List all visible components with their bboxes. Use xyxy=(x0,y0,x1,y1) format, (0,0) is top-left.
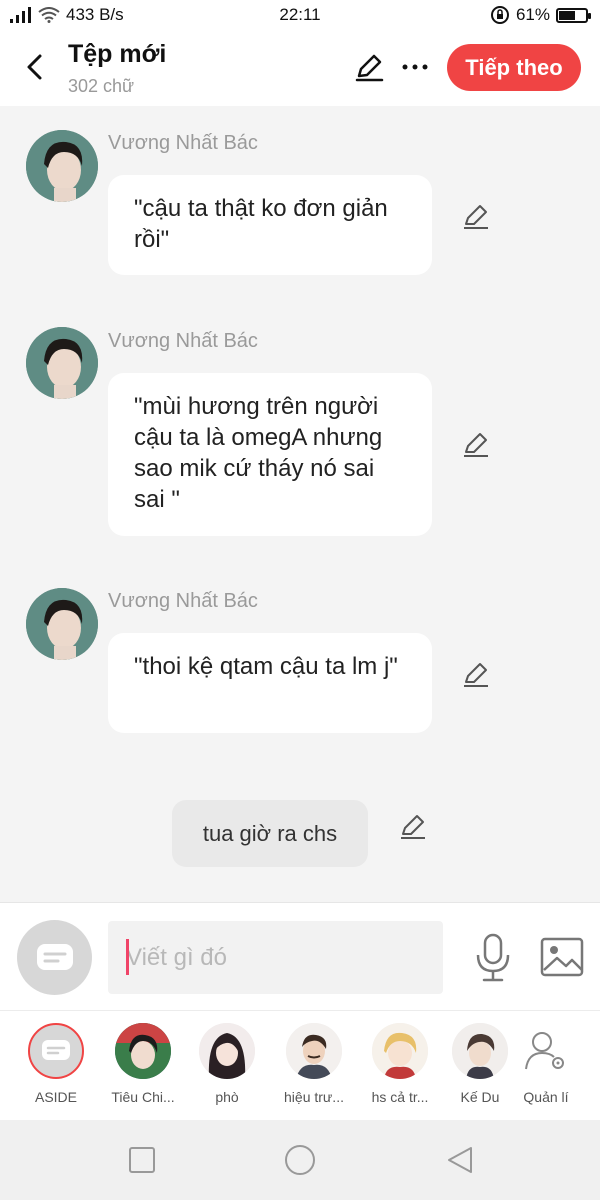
character-aside[interactable]: ASIDE xyxy=(16,1023,96,1105)
avatar-portrait xyxy=(26,588,98,660)
battery-icon xyxy=(556,7,591,23)
character-item[interactable]: hiệu trư... xyxy=(274,1023,354,1105)
header: Tệp mới 302 chữ Tiếp theo xyxy=(0,30,600,106)
edit-narration-icon[interactable] xyxy=(397,810,429,842)
character-item[interactable]: hs cả tr... xyxy=(360,1023,440,1105)
avatar-portrait xyxy=(26,130,98,202)
status-right: 61% xyxy=(490,5,591,25)
more-options-button[interactable] xyxy=(400,52,430,82)
message-bubble[interactable]: "cậu ta thật ko đơn giản rồi" xyxy=(108,175,432,275)
character-avatar xyxy=(286,1023,342,1079)
character-avatar xyxy=(452,1023,508,1079)
avatar-portrait xyxy=(26,327,98,399)
back-button[interactable] xyxy=(18,50,52,84)
battery-fill xyxy=(559,10,575,20)
character-label: hiệu trư... xyxy=(284,1089,344,1105)
manage-characters-button[interactable]: Quản lí xyxy=(506,1023,586,1105)
page-title: Tệp mới xyxy=(68,40,167,68)
narration-bubble[interactable]: tua giờ ra chs xyxy=(172,800,368,867)
message-bubble[interactable]: "thoi kệ qtam cậu ta lm j" xyxy=(108,633,432,733)
back-nav-button[interactable] xyxy=(445,1144,477,1176)
avatar[interactable] xyxy=(26,327,98,399)
aside-icon xyxy=(36,943,73,970)
character-label: Quản lí xyxy=(523,1089,569,1105)
next-button[interactable]: Tiếp theo xyxy=(447,44,581,91)
status-bar: 433 B/s 22:11 61% xyxy=(0,0,600,30)
character-label: Tiêu Chi... xyxy=(111,1089,175,1105)
system-nav-bar xyxy=(0,1120,600,1200)
image-icon[interactable] xyxy=(540,936,584,978)
aside-character-icon xyxy=(28,1023,84,1079)
avatar[interactable] xyxy=(26,130,98,202)
recent-apps-button[interactable] xyxy=(126,1144,158,1176)
character-item[interactable]: phò xyxy=(187,1023,267,1105)
character-avatar xyxy=(372,1023,428,1079)
message-input[interactable] xyxy=(108,921,443,994)
home-button[interactable] xyxy=(284,1144,316,1176)
edit-message-icon[interactable] xyxy=(460,200,492,232)
manage-user-icon xyxy=(518,1023,574,1079)
edit-message-icon[interactable] xyxy=(460,658,492,690)
character-avatar xyxy=(199,1023,255,1079)
input-bar xyxy=(0,902,600,1010)
word-count: 302 chữ xyxy=(68,76,135,96)
edit-title-button[interactable] xyxy=(352,50,386,84)
aside-toggle-button[interactable] xyxy=(17,920,92,995)
battery-percent: 61% xyxy=(515,5,550,24)
edit-message-icon[interactable] xyxy=(460,428,492,460)
character-label: hs cả tr... xyxy=(371,1089,429,1105)
sender-name: Vương Nhất Bác xyxy=(108,590,258,612)
rotation-lock-icon xyxy=(490,6,509,24)
message-bubble[interactable]: "mùi hương trên người cậu ta là omegA nh… xyxy=(108,373,432,536)
avatar[interactable] xyxy=(26,588,98,660)
microphone-icon[interactable] xyxy=(472,933,514,983)
character-bar: ASIDE Tiêu Chi... phò hiệu trư... hs cả … xyxy=(0,1010,600,1120)
character-label: ASIDE xyxy=(34,1089,77,1105)
text-caret xyxy=(126,939,129,975)
character-item[interactable]: Tiêu Chi... xyxy=(103,1023,183,1105)
character-avatar xyxy=(115,1023,171,1079)
character-label: phò xyxy=(215,1089,239,1105)
sender-name: Vương Nhất Bác xyxy=(108,330,258,352)
sender-name: Vương Nhất Bác xyxy=(108,132,258,154)
